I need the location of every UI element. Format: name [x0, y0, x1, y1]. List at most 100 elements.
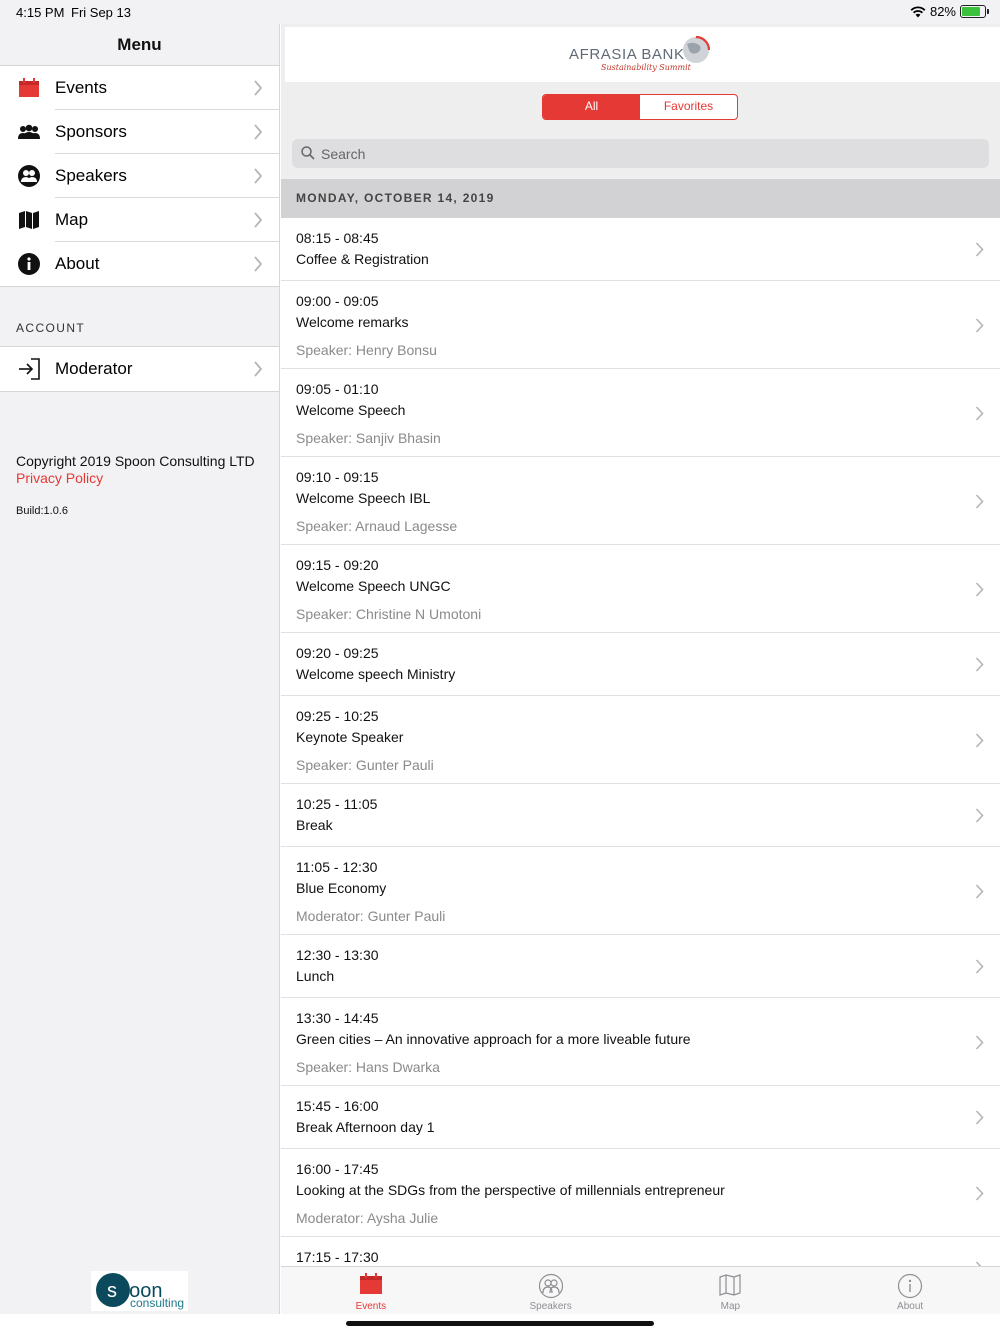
tab-label: About: [897, 1301, 924, 1312]
chevron-right-icon: [975, 808, 984, 823]
group-icon: [17, 124, 40, 139]
event-row[interactable]: 16:00 - 17:45 Looking at the SDGs from t…: [281, 1149, 1000, 1237]
chevron-right-icon: [254, 80, 263, 96]
event-time: 09:15 - 09:20: [296, 557, 379, 573]
main-header: AFRASIA BANK Sustainability Summit All F…: [281, 24, 1000, 179]
event-title: Coffee & Registration: [296, 251, 429, 267]
event-speaker: Speaker: Hans Dwarka: [296, 1059, 440, 1075]
event-row[interactable]: 15:45 - 16:00 Break Afternoon day 1: [281, 1086, 1000, 1149]
info-icon: [17, 253, 40, 275]
tab-label: Speakers: [529, 1301, 572, 1312]
menu-list: Events Sponsors Speakers Map About: [0, 66, 279, 286]
event-title: Welcome speech Ministry: [296, 666, 456, 682]
sidebar: Menu Events Sponsors Speakers Map About …: [0, 24, 280, 1314]
event-speaker: Speaker: Arnaud Lagesse: [296, 518, 458, 534]
sidebar-item-moderator[interactable]: Moderator: [0, 347, 279, 391]
event-time: 08:15 - 08:45: [296, 230, 379, 246]
home-indicator: [346, 1321, 654, 1326]
tab-bar: Events Speakers Map About: [281, 1266, 1000, 1314]
event-row[interactable]: 09:25 - 10:25 Keynote Speaker Speaker: G…: [281, 696, 1000, 784]
event-row[interactable]: 09:15 - 09:20 Welcome Speech UNGC Speake…: [281, 545, 1000, 633]
search-input[interactable]: [321, 142, 971, 165]
battery-icon: [960, 5, 989, 18]
event-time: 09:20 - 09:25: [296, 645, 379, 661]
event-row[interactable]: 09:10 - 09:15 Welcome Speech IBL Speaker…: [281, 457, 1000, 545]
chevron-right-icon: [975, 406, 984, 421]
event-row[interactable]: 11:05 - 12:30 Blue Economy Moderator: Gu…: [281, 847, 1000, 935]
event-row[interactable]: 09:20 - 09:25 Welcome speech Ministry: [281, 633, 1000, 696]
chevron-right-icon: [975, 318, 984, 333]
event-time: 09:00 - 09:05: [296, 293, 379, 309]
event-title: Break Afternoon day 1: [296, 1119, 435, 1135]
tab-map[interactable]: Map: [641, 1267, 821, 1314]
sidebar-item-events[interactable]: Events: [0, 66, 279, 110]
event-row[interactable]: 08:15 - 08:45 Coffee & Registration: [281, 218, 1000, 281]
globe-icon: [683, 35, 711, 63]
chevron-right-icon: [254, 361, 263, 377]
status-bar: 4:15 PM Fri Sep 13 82%: [0, 0, 1000, 24]
event-row[interactable]: 10:25 - 11:05 Break: [281, 784, 1000, 847]
speakers-icon: [538, 1273, 563, 1299]
copyright-text: Copyright 2019 Spoon Consulting LTD: [16, 453, 255, 469]
sidebar-item-label: Events: [55, 66, 279, 110]
date-section-header: MONDAY, OCTOBER 14, 2019: [281, 179, 1000, 218]
event-time: 12:30 - 13:30: [296, 947, 379, 963]
event-time: 09:10 - 09:15: [296, 469, 379, 485]
segment-all[interactable]: All: [543, 95, 640, 119]
menu-title: Menu: [0, 24, 279, 66]
event-row[interactable]: 09:05 - 01:10 Welcome Speech Speaker: Sa…: [281, 369, 1000, 457]
event-speaker: Moderator: Aysha Julie: [296, 1210, 439, 1226]
event-title: Welcome Speech IBL: [296, 490, 431, 506]
search-bar: [292, 139, 989, 168]
battery-percent: 82%: [929, 4, 956, 19]
event-title: Keynote Speaker: [296, 729, 404, 745]
event-time: 09:05 - 01:10: [296, 381, 379, 397]
chevron-right-icon: [975, 884, 984, 899]
event-speaker: Moderator: Gunter Pauli: [296, 908, 446, 924]
sidebar-item-about[interactable]: About: [0, 242, 279, 286]
spoon-consulting-logo: s poon consulting: [91, 1271, 188, 1311]
build-number: Build:1.0.6: [16, 505, 68, 517]
event-time: 09:25 - 10:25: [296, 708, 379, 724]
chevron-right-icon: [975, 1035, 984, 1050]
sidebar-item-sponsors[interactable]: Sponsors: [0, 110, 279, 154]
event-title: Lunch: [296, 968, 335, 984]
event-row[interactable]: 17:15 - 17:30: [281, 1237, 1000, 1266]
status-right: 82%: [910, 4, 989, 19]
map-icon: [719, 1274, 741, 1296]
info-icon: [898, 1273, 923, 1299]
tab-about[interactable]: About: [820, 1267, 1000, 1314]
event-row[interactable]: 09:00 - 09:05 Welcome remarks Speaker: H…: [281, 281, 1000, 369]
filter-segmented-control: All Favorites: [542, 94, 738, 120]
segment-favorites[interactable]: Favorites: [640, 95, 737, 119]
chevron-right-icon: [975, 733, 984, 748]
speakers-icon: [17, 165, 40, 187]
chevron-right-icon: [975, 242, 984, 257]
account-section-header: ACCOUNT: [0, 286, 279, 346]
event-time: 17:15 - 17:30: [296, 1249, 379, 1265]
event-row[interactable]: 12:30 - 13:30 Lunch: [281, 935, 1000, 998]
tab-speakers[interactable]: Speakers: [461, 1267, 641, 1314]
tab-label: Map: [720, 1301, 741, 1312]
event-title: Looking at the SDGs from the perspective…: [296, 1182, 725, 1198]
event-speaker: Speaker: Sanjiv Bhasin: [296, 430, 441, 446]
privacy-policy-link[interactable]: Privacy Policy: [16, 470, 103, 486]
chevron-right-icon: [975, 1110, 984, 1125]
sidebar-item-label: About: [55, 254, 100, 273]
event-title: Welcome Speech: [296, 402, 406, 418]
event-row[interactable]: 13:30 - 14:45 Green cities – An innovati…: [281, 998, 1000, 1086]
login-icon: [18, 358, 40, 380]
chevron-right-icon: [254, 256, 263, 272]
event-title: Break: [296, 817, 333, 833]
event-speaker: Speaker: Christine N Umotoni: [296, 606, 482, 622]
sidebar-item-map[interactable]: Map: [0, 198, 279, 242]
status-time: 4:15 PM: [16, 5, 65, 20]
sidebar-item-speakers[interactable]: Speakers: [0, 154, 279, 198]
event-time: 10:25 - 11:05: [296, 796, 378, 812]
sidebar-item-label: Map: [55, 198, 279, 242]
account-list: Moderator: [0, 346, 279, 392]
search-icon: [301, 146, 315, 160]
wifi-icon: [910, 5, 926, 17]
event-time: 16:00 - 17:45: [296, 1161, 379, 1177]
tab-events[interactable]: Events: [281, 1267, 461, 1314]
